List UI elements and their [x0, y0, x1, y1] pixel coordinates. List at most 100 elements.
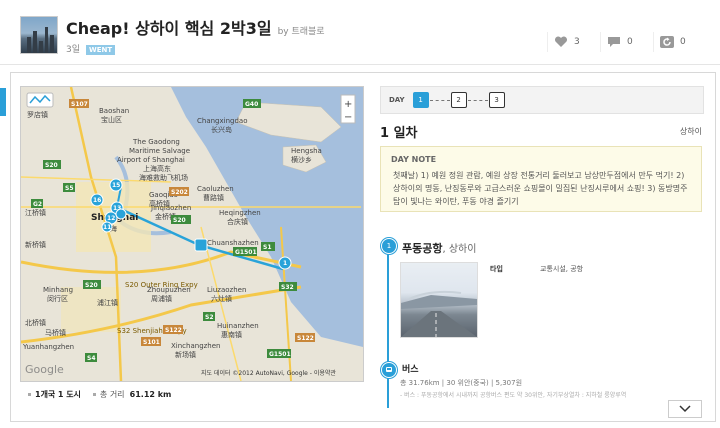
day-selector: DAY 1 2 3 [380, 86, 704, 114]
map-label: 曹路镇 [203, 193, 224, 202]
map-label: Huinanzhen [217, 322, 259, 330]
side-tab[interactable] [0, 88, 6, 116]
map-label: Hengsha [291, 147, 322, 155]
map-label: 六灶镇 [211, 294, 232, 303]
place-type-label: 타입 [490, 265, 503, 273]
map-label: Baoshan [99, 107, 129, 115]
map-label: 长兴岛 [211, 125, 232, 134]
transport-info: 총 31.76km | 30 위안(중국) | 5,307원 [400, 379, 523, 387]
refresh-icon [660, 36, 674, 48]
map-label: Chuanshazhen [207, 239, 259, 247]
map-label: 合庆镇 [227, 217, 248, 226]
road-shield: S202 [171, 189, 188, 196]
map-label: Heqingzhen [219, 209, 261, 217]
map-label: 马桥镇 [45, 328, 66, 337]
day-note-title: DAY NOTE [391, 155, 437, 164]
map-label: 惠南镇 [221, 330, 242, 339]
trip-title-text: Cheap! 상하이 핵심 2박3일 [66, 19, 272, 38]
road-shield: G40 [245, 101, 258, 108]
map-label: Airport of Shanghai [117, 156, 185, 164]
map-label: The Gaodong [132, 138, 180, 146]
map-label: Yuanhangzhen [22, 343, 74, 351]
map-label: 宝山区 [101, 115, 122, 124]
route-map[interactable]: Baoshan 宝山区 The Gaodong Maritime Salvage… [20, 86, 364, 382]
place-city: , 상하이 [442, 244, 477, 255]
trip-meta: 3일 WENT [66, 42, 116, 55]
place-name[interactable]: 푸동공항 [402, 242, 442, 255]
share-button[interactable]: 0 [653, 32, 706, 52]
road-shield: G2 [33, 201, 42, 208]
map-label: Zhoupuzhen [147, 286, 191, 294]
road-shield: S2 [205, 314, 214, 321]
heart-icon [554, 36, 568, 47]
place-photo[interactable] [400, 262, 478, 338]
bus-marker-icon[interactable] [194, 238, 208, 252]
road-shield: S20 [85, 282, 98, 289]
place-type-value: 교통시설, 공항 [540, 265, 584, 273]
timeline-line [387, 246, 389, 408]
map-marker: 15 [112, 182, 120, 189]
road-shield: G1501 [269, 351, 291, 358]
country-count: 1개국 [35, 389, 56, 399]
road-shield: S32 [281, 284, 294, 291]
trip-duration: 3일 [66, 45, 81, 55]
stats-bar: 3 0 0 [547, 32, 706, 52]
map-marker: 12 [107, 215, 115, 222]
header-divider [0, 64, 720, 65]
map-label: 北桥镇 [25, 318, 46, 327]
comment-button[interactable]: 0 [600, 32, 653, 52]
map-label: 新桥镇 [25, 240, 46, 249]
road-shield: S122 [297, 335, 314, 342]
transport-name: 버스 [402, 365, 419, 375]
map-label: Maritime Salvage [129, 147, 190, 155]
day-label: DAY [389, 96, 405, 104]
day-1-button[interactable]: 1 [412, 92, 429, 108]
went-badge: WENT [86, 44, 116, 55]
comment-count: 0 [627, 37, 633, 47]
map-label: Xinchangzhen [171, 342, 221, 350]
day-3-button[interactable]: 3 [488, 92, 505, 108]
place-title[interactable]: 푸동공항, 상하이 [402, 240, 476, 256]
map-marker: 1 [283, 260, 287, 267]
zoom-out-button[interactable]: − [344, 112, 352, 123]
day-city: 상하이 [679, 127, 702, 136]
like-count: 3 [574, 37, 580, 47]
map-label: Minhang [43, 286, 73, 294]
itinerary-panel: DAY 1 2 3 1 일차 상하이 DAY NOTE 첫째날) 1) 예원 정… [380, 86, 704, 408]
trip-thumbnail[interactable] [20, 16, 58, 54]
map-canvas[interactable]: Baoshan 宝山区 The Gaodong Maritime Salvage… [21, 87, 363, 381]
map-label: Caoluzhen [197, 185, 234, 193]
map-label: 新场镇 [175, 350, 196, 359]
road-shield: S20 [45, 162, 58, 169]
like-button[interactable]: 3 [547, 32, 600, 52]
map-label: 海难救助飞机场 [139, 173, 188, 182]
map-attribution[interactable]: 지도 데이터 ©2012 AutoNavi, Google - 이용약관 [201, 369, 336, 377]
road-shield: S4 [87, 355, 96, 362]
map-summary: 1개국 1 도시 총 거리 61.12 km [20, 380, 362, 408]
zoom-in-button[interactable]: + [344, 99, 352, 110]
day-note-text: 첫째날) 1) 예원 정원 관람, 예원 상장 전통거리 둘러보고 남상만두점에… [393, 171, 688, 206]
map-label: 闵行区 [47, 294, 68, 303]
road-shield: S107 [71, 101, 88, 108]
city-count: 1 도시 [57, 389, 81, 399]
share-count: 0 [680, 37, 686, 47]
map-marker: 11 [103, 224, 111, 231]
trip-title: Cheap! 상하이 핵심 2박3일 by 트래블로 [66, 15, 325, 39]
map-label: 浦江镇 [97, 298, 118, 307]
day-note: DAY NOTE 첫째날) 1) 예원 정원 관람, 예원 상장 전통거리 둘러… [380, 146, 702, 212]
chevron-down-icon [679, 405, 691, 413]
road-shield: G1501 [235, 249, 257, 256]
expand-button[interactable] [668, 400, 702, 418]
road-shield: S101 [143, 339, 160, 346]
google-watermark: Google [25, 363, 64, 376]
author-link[interactable]: by 트래블로 [278, 27, 325, 37]
place-marker: 1 [381, 238, 397, 254]
transport-detail: - 버스 : 푸동공항에서 시내까지 공항버스 편도 약 30위안, 자기부상열… [400, 392, 627, 399]
trip-header: Cheap! 상하이 핵심 2박3일 by 트래블로 3일 WENT 3 0 0 [0, 0, 720, 64]
bus-icon [381, 362, 397, 378]
comment-icon [608, 37, 620, 47]
day-2-button[interactable]: 2 [450, 92, 467, 108]
road-shield: S20 [173, 217, 186, 224]
distance-value: 61.12 km [129, 389, 172, 399]
distance-label: 총 거리 [99, 389, 125, 399]
